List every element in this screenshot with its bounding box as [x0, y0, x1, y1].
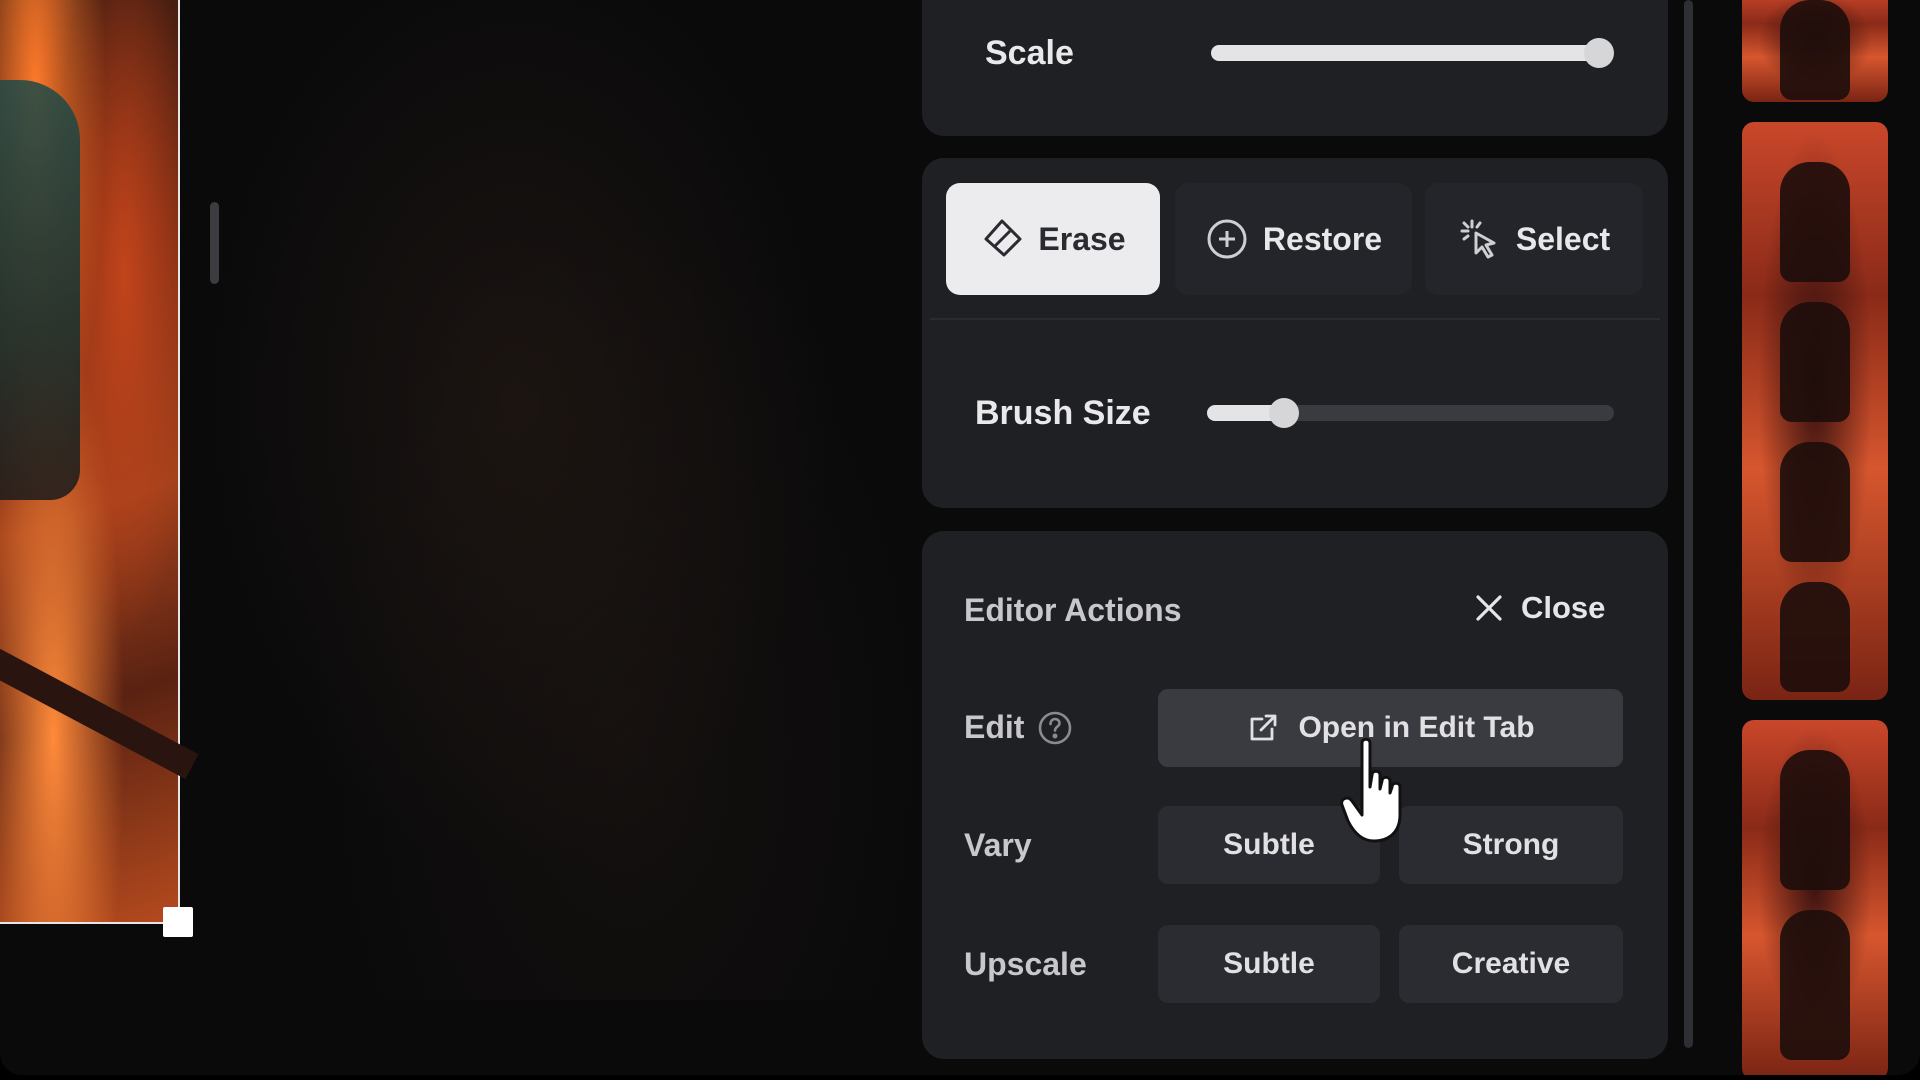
close-icon: [1476, 595, 1502, 621]
canvas-background: [182, 0, 922, 1000]
thumbnail-1[interactable]: [1742, 0, 1888, 102]
edit-label: Edit: [964, 709, 1025, 745]
thumbnail-2[interactable]: [1742, 122, 1888, 700]
thumbnail-figure: [1780, 162, 1850, 282]
plus-circle-icon: [1207, 219, 1247, 259]
select-button[interactable]: Select: [1425, 183, 1643, 295]
upscale-creative-button[interactable]: Creative: [1399, 925, 1623, 1003]
canvas-sword: [0, 641, 199, 780]
canvas-figure: [0, 80, 80, 500]
brush-size-slider[interactable]: [1207, 398, 1614, 428]
upscale-creative-label: Creative: [1451, 947, 1571, 980]
restore-label: Restore: [1262, 220, 1383, 257]
thumbnail-figure: [1780, 0, 1850, 100]
upscale-subtle-label: Subtle: [1223, 947, 1315, 980]
scale-slider-knob[interactable]: [1584, 38, 1615, 68]
vary-label: Vary: [964, 827, 1032, 863]
upscale-label: Upscale: [964, 946, 1087, 982]
close-label: Close: [1521, 590, 1606, 625]
help-icon[interactable]: [1037, 710, 1073, 746]
cursor-sparkle-icon: [1460, 219, 1496, 259]
editor-stage: Scale Erase Restore Select Brush Size Ed…: [0, 0, 1920, 1075]
erase-label: Erase: [1038, 220, 1126, 257]
thumbnail-figure: [1780, 442, 1850, 562]
thumbnail-figure: [1780, 750, 1850, 890]
scale-label: Scale: [985, 34, 1074, 72]
vary-subtle-label: Subtle: [1223, 828, 1315, 861]
thumbnail-figure: [1780, 582, 1850, 692]
select-label: Select: [1515, 220, 1611, 257]
scale-slider[interactable]: [1211, 38, 1615, 68]
thumbnail-3[interactable]: [1742, 720, 1888, 1075]
upscale-subtle-button[interactable]: Subtle: [1158, 925, 1380, 1003]
restore-button[interactable]: Restore: [1175, 183, 1412, 295]
erase-button[interactable]: Erase: [946, 183, 1160, 295]
scale-slider-fill: [1211, 45, 1600, 61]
tools-divider: [930, 318, 1660, 320]
hand-pointer-cursor-icon: [1340, 737, 1402, 843]
panel-scrollbar[interactable]: [1684, 0, 1693, 1048]
app-frame: Scale Erase Restore Select Brush Size Ed…: [0, 0, 1920, 1080]
thumbnail-figure: [1780, 302, 1850, 422]
brush-size-label: Brush Size: [975, 394, 1151, 432]
eraser-icon: [984, 219, 1022, 257]
vary-strong-label: Strong: [1462, 828, 1560, 861]
thumbnail-figure: [1780, 910, 1850, 1060]
vary-strong-button[interactable]: Strong: [1399, 806, 1623, 884]
canvas-image[interactable]: [0, 0, 199, 924]
editor-actions-title: Editor Actions: [964, 592, 1182, 628]
close-button[interactable]: Close: [1473, 590, 1605, 626]
external-link-icon: [1251, 714, 1277, 741]
